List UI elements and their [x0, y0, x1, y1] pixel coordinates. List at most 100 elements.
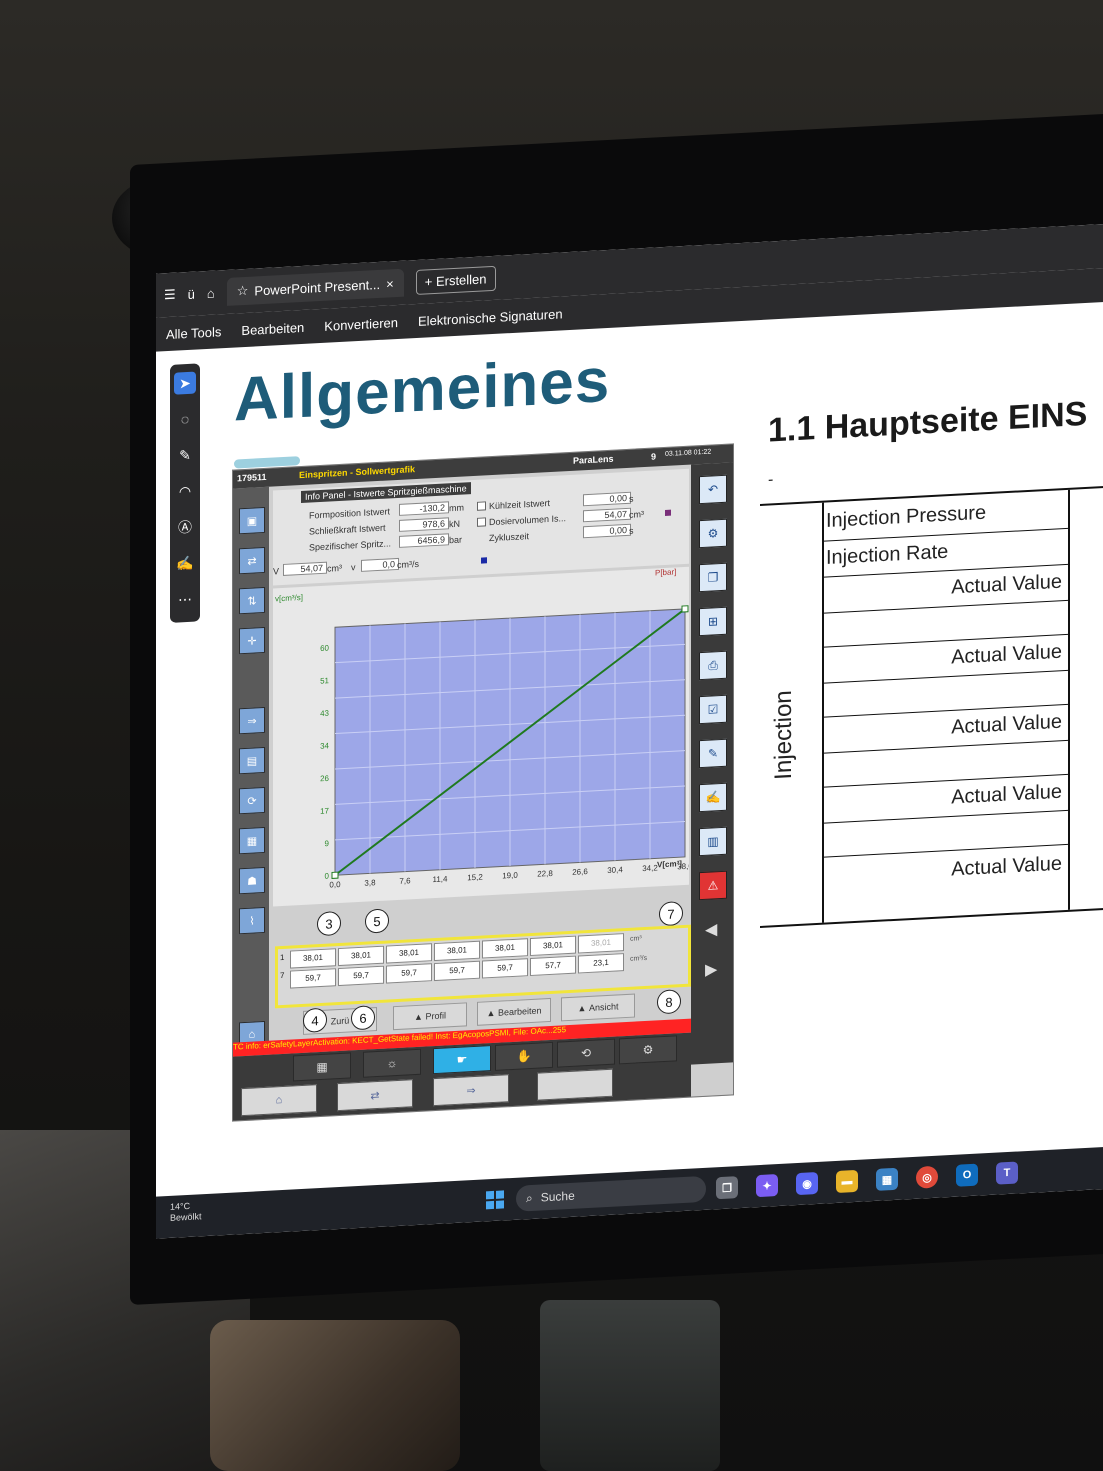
menu-label[interactable]: ü: [188, 286, 195, 301]
series-point: [331, 871, 339, 879]
x-tick-label: 11,4: [433, 874, 449, 884]
signature-icon[interactable]: ✍: [174, 552, 196, 575]
gear-icon[interactable]: ⚙: [619, 1035, 677, 1065]
volume-cell[interactable]: 38,01: [434, 940, 480, 962]
document-tab[interactable]: ☆ PowerPoint Present... ×: [226, 268, 404, 306]
volume-cell[interactable]: 38,01: [290, 948, 336, 969]
speed-value: 0,0: [361, 557, 399, 572]
view-button[interactable]: ▲ Ansicht: [561, 993, 635, 1022]
start-icon[interactable]: [486, 1190, 504, 1210]
speed-cell[interactable]: 23,1: [578, 953, 624, 974]
cooling-checkbox[interactable]: [477, 501, 486, 511]
holding-icon[interactable]: ▤: [239, 746, 265, 775]
info-unit: mm: [449, 502, 464, 514]
create-button[interactable]: + Erstellen: [415, 265, 496, 295]
task-view-icon[interactable]: ❐: [716, 1176, 738, 1200]
parameter-table: Injection Injection Pressure Injection R…: [760, 484, 1103, 928]
function-key-home[interactable]: ⌂: [241, 1084, 317, 1117]
edit-icon[interactable]: ✎: [699, 738, 727, 769]
manual-icon[interactable]: ✋: [495, 1041, 553, 1071]
brightness-icon[interactable]: ☼: [363, 1048, 421, 1078]
print-icon[interactable]: ⎙: [699, 650, 727, 681]
section-title: 1.1 Hauptseite EINS: [768, 394, 1088, 450]
menu-signatures[interactable]: Elektronische Signaturen: [418, 306, 563, 329]
y-tick-label: 51: [320, 676, 329, 685]
temperature-icon[interactable]: ▦: [239, 826, 265, 855]
injection-icon[interactable]: ⇒: [239, 706, 265, 735]
y-tick-label: 34: [320, 741, 329, 750]
function-key-transfer[interactable]: ⇄: [337, 1079, 413, 1112]
nozzle-icon[interactable]: ✛: [239, 626, 265, 655]
checklist-icon[interactable]: ☑: [699, 694, 727, 725]
robot-icon[interactable]: ☗: [239, 866, 265, 895]
volume-cell[interactable]: 38,01: [482, 938, 528, 959]
copy-icon[interactable]: ❐: [699, 562, 727, 593]
chrome-icon[interactable]: ◎: [916, 1165, 938, 1189]
slide-title: Allgemeines: [234, 345, 611, 435]
volume-cell[interactable]: 38,01: [530, 935, 576, 957]
info-unit: cm³: [629, 509, 644, 520]
menu-convert[interactable]: Konvertieren: [324, 314, 398, 333]
tab-close-icon[interactable]: ×: [386, 276, 394, 291]
zoom-icon[interactable]: ⊞: [699, 606, 727, 637]
teams-icon[interactable]: T: [996, 1161, 1018, 1185]
weather-widget[interactable]: 14°C Bewölkt: [170, 1200, 202, 1224]
text-box-icon[interactable]: Ⓐ: [174, 516, 196, 539]
volume-cell[interactable]: 38,01: [386, 943, 432, 964]
volume-cell[interactable]: 38,01: [338, 945, 384, 967]
settings-icon[interactable]: ⚙: [699, 518, 727, 549]
core-icon[interactable]: ⇅: [239, 586, 265, 615]
menu-all-tools[interactable]: Alle Tools: [166, 324, 221, 342]
alarm-icon[interactable]: ⚠: [699, 870, 727, 901]
search-icon: ⌕: [526, 1190, 533, 1205]
ejector-icon[interactable]: ⇄: [239, 546, 265, 575]
select-icon[interactable]: ➤: [174, 371, 196, 395]
profile-button[interactable]: ▲ Profil: [393, 1002, 467, 1031]
info-value: -130,2: [399, 501, 449, 516]
volume-cell[interactable]: 38,01: [578, 933, 624, 954]
info-value: 6456,9: [399, 533, 449, 548]
speed-cell[interactable]: 59,7: [482, 958, 528, 979]
calculator-icon[interactable]: ▥: [699, 826, 727, 857]
outlook-icon[interactable]: O: [956, 1163, 978, 1187]
store-icon[interactable]: ▦: [876, 1167, 898, 1191]
x-tick-label: 0,0: [329, 880, 341, 890]
taskbar-search[interactable]: ⌕ Suche: [516, 1175, 706, 1212]
star-icon[interactable]: ☆: [237, 283, 249, 300]
speed-cell[interactable]: 59,7: [386, 963, 432, 984]
calendar-icon[interactable]: ▦: [293, 1052, 351, 1082]
discord-icon[interactable]: ◉: [796, 1171, 818, 1196]
menu-edit[interactable]: Bearbeiten: [241, 319, 304, 337]
copilot-icon[interactable]: ✦: [756, 1174, 778, 1198]
speed-cell[interactable]: 59,7: [338, 965, 384, 987]
function-key-injection[interactable]: ⇒: [433, 1074, 509, 1107]
home-icon[interactable]: ⌂: [207, 285, 215, 300]
comment-icon[interactable]: ◌: [174, 408, 196, 431]
file-explorer-icon[interactable]: ▬: [836, 1169, 858, 1194]
scroll-left-icon[interactable]: ◀: [705, 919, 717, 940]
cycle-icon[interactable]: ⟲: [557, 1038, 615, 1068]
speed-cell[interactable]: 59,7: [290, 968, 336, 989]
speed-cell[interactable]: 59,7: [434, 960, 480, 982]
mold-icon[interactable]: ▣: [239, 506, 265, 535]
undo-icon[interactable]: ↶: [699, 474, 727, 505]
dosing-checkbox[interactable]: [477, 517, 486, 527]
write-icon[interactable]: ✍: [699, 782, 727, 813]
info-value: 0,00: [583, 491, 631, 507]
graph-icon[interactable]: ⌇: [239, 906, 265, 935]
lasso-icon[interactable]: ◠: [174, 480, 196, 503]
x-tick-label: 15,2: [467, 872, 483, 882]
info-unit: s: [629, 525, 634, 536]
x-tick-label: 26,6: [572, 867, 588, 877]
monitor: ☰ ü ⌂ ☆ PowerPoint Present... × + Erstel…: [130, 112, 1103, 1306]
scroll-right-icon[interactable]: ▶: [705, 959, 717, 980]
menu-icon[interactable]: ☰: [164, 287, 176, 304]
function-key-empty[interactable]: [537, 1068, 613, 1101]
pen-icon[interactable]: ✎: [174, 444, 196, 467]
more-icon[interactable]: ⋯: [174, 588, 196, 611]
speed-cell[interactable]: 57,7: [530, 955, 576, 977]
dosing-icon[interactable]: ⟳: [239, 786, 265, 815]
hand-mode-icon[interactable]: ☛: [433, 1045, 491, 1075]
edit-button[interactable]: ▲ Bearbeiten: [477, 997, 551, 1026]
marker-3: 3: [317, 910, 341, 937]
